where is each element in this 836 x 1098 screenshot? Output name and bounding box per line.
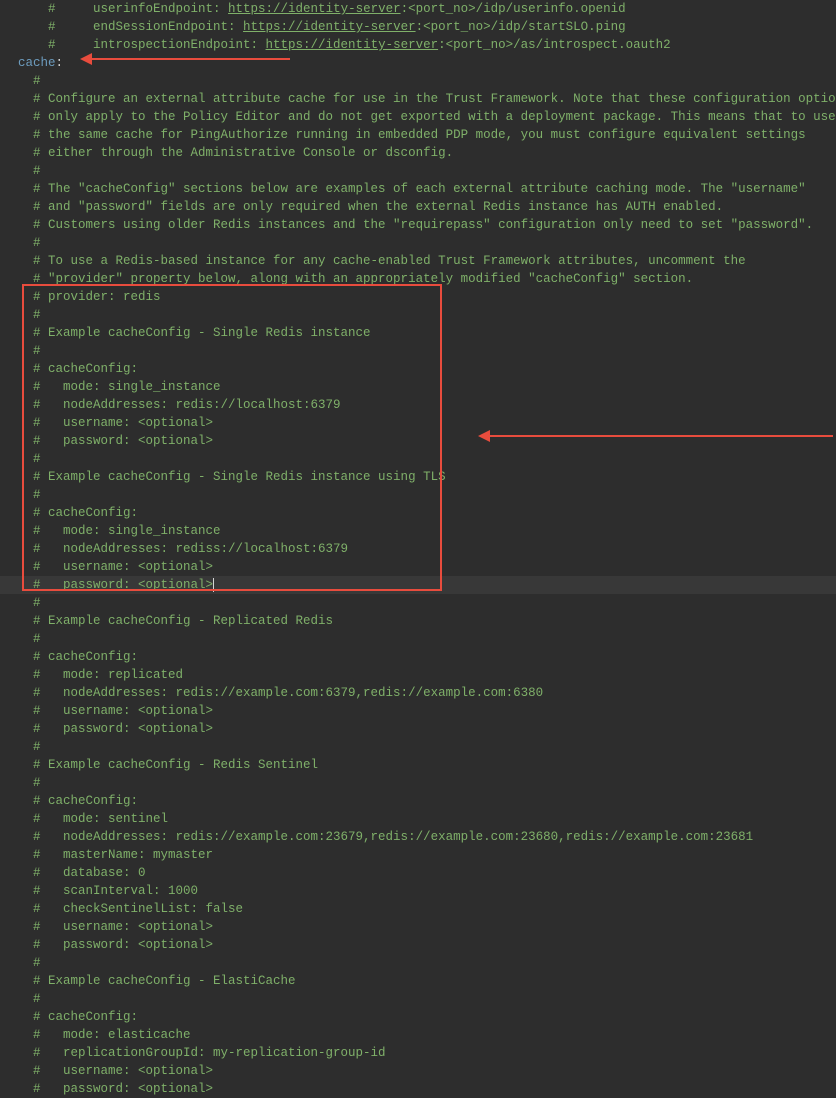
code-line[interactable]: # <box>0 450 836 468</box>
code-line[interactable]: # password: <optional> <box>0 1080 836 1098</box>
code-editor[interactable]: # userinfoEndpoint: https://identity-ser… <box>0 0 836 1098</box>
code-line[interactable]: # nodeAddresses: redis://localhost:6379 <box>0 396 836 414</box>
code-line[interactable]: # the same cache for PingAuthorize runni… <box>0 126 836 144</box>
code-line[interactable]: # <box>0 774 836 792</box>
code-line[interactable]: # introspectionEndpoint: https://identit… <box>0 36 836 54</box>
code-line[interactable]: # <box>0 234 836 252</box>
code-line[interactable]: # either through the Administrative Cons… <box>0 144 836 162</box>
code-line[interactable]: # Example cacheConfig - Single Redis ins… <box>0 468 836 486</box>
code-line[interactable]: # password: <optional> <box>0 432 836 450</box>
code-line[interactable]: # To use a Redis-based instance for any … <box>0 252 836 270</box>
code-line[interactable]: # <box>0 630 836 648</box>
code-line[interactable]: # Example cacheConfig - Replicated Redis <box>0 612 836 630</box>
code-line[interactable]: # password: <optional> <box>0 936 836 954</box>
code-line[interactable]: # The "cacheConfig" sections below are e… <box>0 180 836 198</box>
code-line[interactable]: # Example cacheConfig - Redis Sentinel <box>0 756 836 774</box>
code-line[interactable]: # provider: redis <box>0 288 836 306</box>
code-line[interactable]: # <box>0 342 836 360</box>
code-line[interactable]: # password: <optional> <box>0 576 836 594</box>
code-line[interactable]: # username: <optional> <box>0 558 836 576</box>
code-line[interactable]: # cacheConfig: <box>0 1008 836 1026</box>
code-line[interactable]: # username: <optional> <box>0 918 836 936</box>
code-line[interactable]: # mode: single_instance <box>0 522 836 540</box>
code-line[interactable]: # <box>0 486 836 504</box>
code-line[interactable]: # cacheConfig: <box>0 648 836 666</box>
code-line[interactable]: # password: <optional> <box>0 720 836 738</box>
code-line[interactable]: # userinfoEndpoint: https://identity-ser… <box>0 0 836 18</box>
code-line[interactable]: # mode: sentinel <box>0 810 836 828</box>
code-line[interactable]: # mode: elasticache <box>0 1026 836 1044</box>
text-cursor <box>213 578 214 592</box>
code-line[interactable]: # cacheConfig: <box>0 504 836 522</box>
code-line[interactable]: # username: <optional> <box>0 1062 836 1080</box>
code-line[interactable]: # <box>0 990 836 1008</box>
code-line[interactable]: # Example cacheConfig - Single Redis ins… <box>0 324 836 342</box>
code-line[interactable]: # <box>0 306 836 324</box>
code-line[interactable]: # scanInterval: 1000 <box>0 882 836 900</box>
code-line[interactable]: # nodeAddresses: redis://example.com:236… <box>0 828 836 846</box>
code-line[interactable]: # mode: single_instance <box>0 378 836 396</box>
code-line[interactable]: # mode: replicated <box>0 666 836 684</box>
code-line[interactable]: # <box>0 954 836 972</box>
code-line[interactable]: # username: <optional> <box>0 702 836 720</box>
code-line[interactable]: # cacheConfig: <box>0 360 836 378</box>
code-line[interactable]: # endSessionEndpoint: https://identity-s… <box>0 18 836 36</box>
code-line[interactable]: # database: 0 <box>0 864 836 882</box>
code-line[interactable]: cache: <box>0 54 836 72</box>
code-line[interactable]: # Example cacheConfig - ElastiCache <box>0 972 836 990</box>
code-line[interactable]: # only apply to the Policy Editor and do… <box>0 108 836 126</box>
code-line[interactable]: # replicationGroupId: my-replication-gro… <box>0 1044 836 1062</box>
code-line[interactable]: # cacheConfig: <box>0 792 836 810</box>
code-line[interactable]: # <box>0 594 836 612</box>
code-line[interactable]: # Customers using older Redis instances … <box>0 216 836 234</box>
code-line[interactable]: # checkSentinelList: false <box>0 900 836 918</box>
code-line[interactable]: # Configure an external attribute cache … <box>0 90 836 108</box>
code-line[interactable]: # and "password" fields are only require… <box>0 198 836 216</box>
code-line[interactable]: # username: <optional> <box>0 414 836 432</box>
code-line[interactable]: # <box>0 738 836 756</box>
code-line[interactable]: # <box>0 162 836 180</box>
code-line[interactable]: # <box>0 72 836 90</box>
code-line[interactable]: # "provider" property below, along with … <box>0 270 836 288</box>
code-line[interactable]: # nodeAddresses: redis://example.com:637… <box>0 684 836 702</box>
code-line[interactable]: # masterName: mymaster <box>0 846 836 864</box>
code-line[interactable]: # nodeAddresses: rediss://localhost:6379 <box>0 540 836 558</box>
